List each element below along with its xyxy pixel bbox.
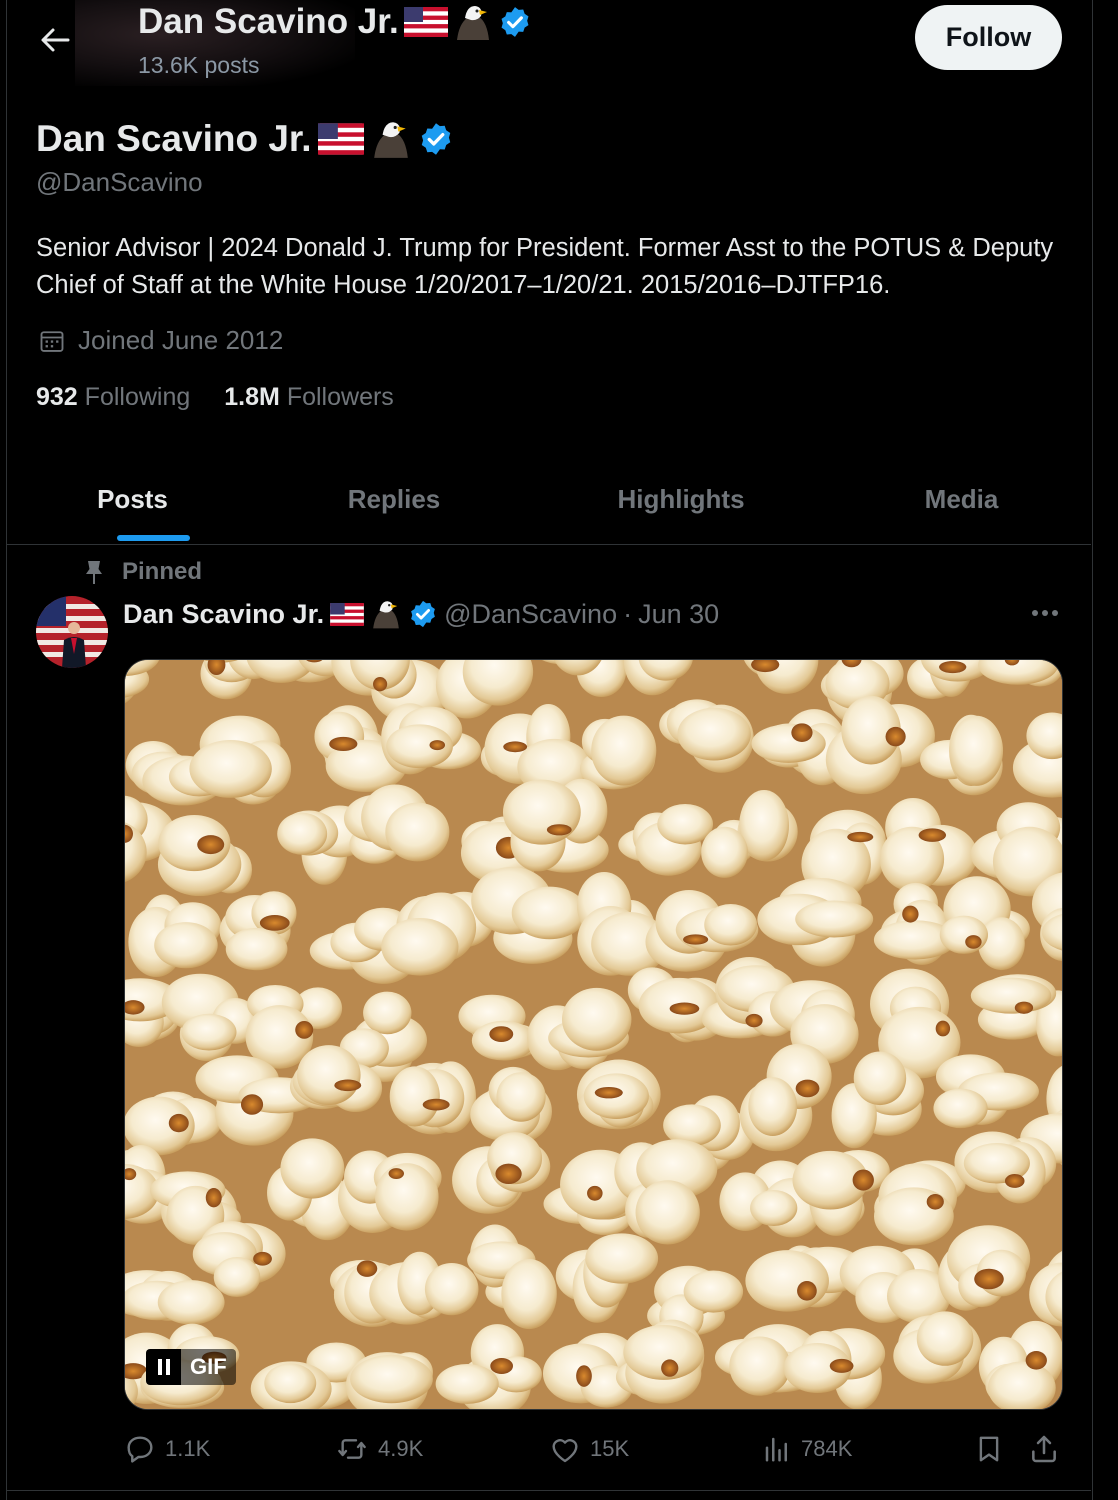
views-count: 784K [801,1436,853,1461]
verified-badge-icon [411,600,435,628]
popcorn-image [125,660,1062,1409]
pin-icon [86,561,102,584]
flag-usa-icon [330,602,364,626]
followers-link[interactable]: 1.8M Followers [224,383,394,412]
views-chart-icon [765,1437,787,1462]
profile-stats: 932 Following 1.8M Followers [36,383,394,412]
header-post-count: 13.6K posts [138,52,260,78]
tab-highlights[interactable]: Highlights [530,455,832,544]
header-title: Dan Scavino Jr. [138,2,532,42]
views-button[interactable]: 784K [762,1429,852,1469]
more-options-button[interactable] [1028,598,1062,628]
flag-usa-icon [403,7,448,37]
pinned-indicator: Pinned [82,558,202,586]
verified-badge-icon [501,7,529,37]
post-author-handle[interactable]: @DanScavino [444,599,617,630]
active-tab-indicator [117,535,190,541]
bookmark-button[interactable] [974,1429,1004,1469]
share-button[interactable] [1028,1429,1060,1469]
reply-icon [127,1436,153,1463]
arrow-left-icon [41,28,70,52]
avatar[interactable] [36,596,108,668]
pinned-label: Pinned [122,558,203,585]
post-author-name[interactable]: Dan Scavino Jr. [123,599,324,630]
reply-button[interactable]: 1.1K [124,1429,210,1469]
post-divider [7,1490,1091,1491]
gif-controls: GIF [146,1349,236,1385]
profile-handle: @DanScavino [36,167,203,197]
following-link[interactable]: 932 Following [36,383,190,412]
calendar-icon [40,330,64,352]
eagle-icon [456,6,489,40]
more-horizontal-icon [1032,610,1058,616]
verified-badge-icon[interactable] [418,121,454,157]
profile-name: Dan Scavino Jr. [36,118,312,159]
following-label: Following [84,383,191,411]
back-button[interactable] [36,22,74,58]
following-count: 932 [36,383,78,411]
followers-label: Followers [286,383,394,411]
pause-icon [157,1359,170,1375]
followers-count: 1.8M [224,383,280,411]
eagle-icon [373,122,408,158]
reply-count: 1.1K [165,1436,211,1461]
header-name: Dan Scavino Jr. [138,2,399,41]
post-media-gif[interactable] [124,659,1063,1410]
bookmark-icon [979,1436,999,1462]
follow-button[interactable]: Follow [915,5,1062,70]
like-button[interactable]: 15K [549,1429,629,1469]
gif-label: GIF [181,1349,236,1385]
eagle-icon [373,601,399,629]
pause-button[interactable] [146,1349,181,1385]
heart-icon [552,1439,578,1463]
profile-tabs: Posts Replies Highlights Media [7,455,1091,545]
flag-usa-icon [317,123,364,155]
profile-bio: Senior Advisor | 2024 Donald J. Trump fo… [36,234,1054,299]
repost-button[interactable]: 4.9K [335,1429,423,1469]
post-meta-separator: · [623,598,633,629]
joined-text: Joined June 2012 [78,325,284,355]
profile-display-name: Dan Scavino Jr. [36,118,454,160]
post-header: Dan Scavino Jr. @DanScavino · Jun 30 [123,596,719,632]
avatar-image [36,596,108,668]
share-icon [1032,1435,1056,1463]
repost-count: 4.9K [378,1436,424,1461]
post-date[interactable]: Jun 30 [638,599,719,630]
like-count: 15K [590,1436,630,1461]
repost-icon [338,1439,366,1459]
profile-joined-date: Joined June 2012 [38,325,283,356]
tab-media[interactable]: Media [832,455,1091,544]
tab-posts[interactable]: Posts [7,455,258,544]
tab-replies[interactable]: Replies [258,455,530,544]
